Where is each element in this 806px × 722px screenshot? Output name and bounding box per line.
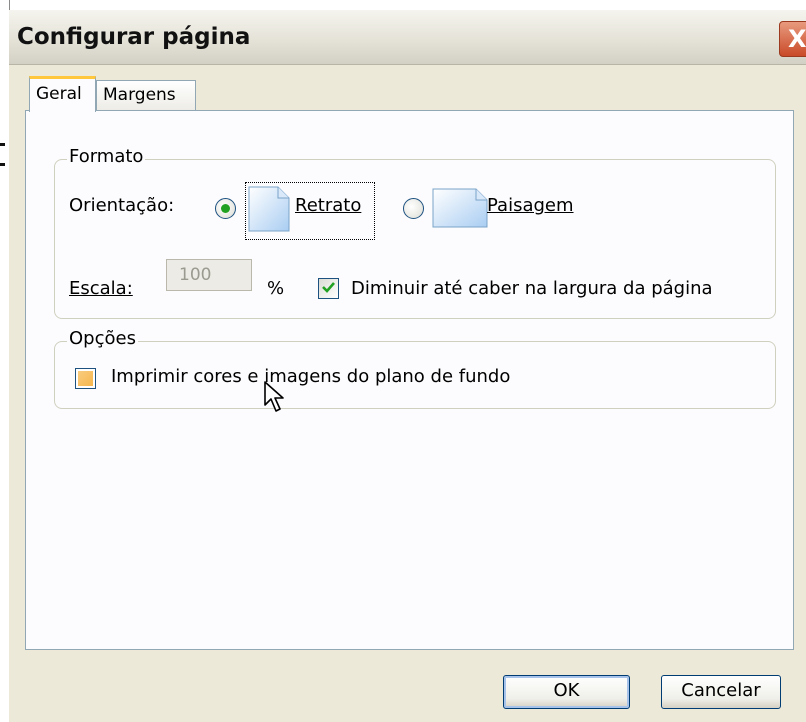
- edge-mark: [0, 163, 5, 166]
- tab-geral-label: Geral: [36, 84, 82, 104]
- ok-button[interactable]: OK: [503, 675, 630, 709]
- cancel-button[interactable]: Cancelar: [661, 675, 781, 709]
- landscape-label[interactable]: Paisagem: [487, 195, 574, 216]
- formato-legend: Formato: [67, 146, 146, 167]
- dialog-title: Configurar página: [17, 24, 251, 50]
- opcoes-legend: Opções: [67, 328, 138, 349]
- close-button[interactable]: X: [779, 21, 806, 57]
- shrink-to-fit-checkbox[interactable]: [318, 278, 339, 299]
- formato-group: Formato Orientação: Retrato Paisagem Esc…: [54, 146, 776, 319]
- landscape-page-icon: [432, 188, 488, 228]
- opcoes-group: Opções Imprimir cores e imagens do plano…: [54, 328, 776, 409]
- print-background-checkbox[interactable]: [75, 368, 96, 389]
- tab-panel-geral: Formato Orientação: Retrato Paisagem Esc…: [25, 110, 794, 650]
- title-bar[interactable]: Configurar página X: [9, 10, 806, 65]
- shrink-to-fit-label[interactable]: Diminuir até caber na largura da página: [351, 278, 713, 299]
- portrait-radio[interactable]: [215, 198, 236, 219]
- tab-margens[interactable]: Margens: [96, 80, 196, 112]
- mouse-cursor-icon: [264, 381, 284, 412]
- portrait-label[interactable]: Retrato: [295, 195, 361, 216]
- close-icon: X: [788, 25, 806, 53]
- tab-geral[interactable]: Geral: [29, 76, 96, 112]
- radio-selected-dot: [221, 204, 230, 213]
- page-setup-dialog: Configurar página X Geral Margens Format…: [9, 10, 806, 722]
- edge-mark: [0, 143, 5, 146]
- scale-label: Escala:: [69, 278, 133, 299]
- scale-input[interactable]: 100: [166, 259, 252, 291]
- checkbox-hover-fill: [78, 371, 93, 386]
- orientation-label: Orientação:: [69, 195, 175, 216]
- print-background-label[interactable]: Imprimir cores e imagens do plano de fun…: [111, 366, 510, 387]
- checkmark-icon: [322, 282, 335, 293]
- percent-symbol: %: [267, 278, 285, 299]
- tab-margens-label: Margens: [103, 85, 176, 105]
- landscape-radio[interactable]: [403, 198, 424, 219]
